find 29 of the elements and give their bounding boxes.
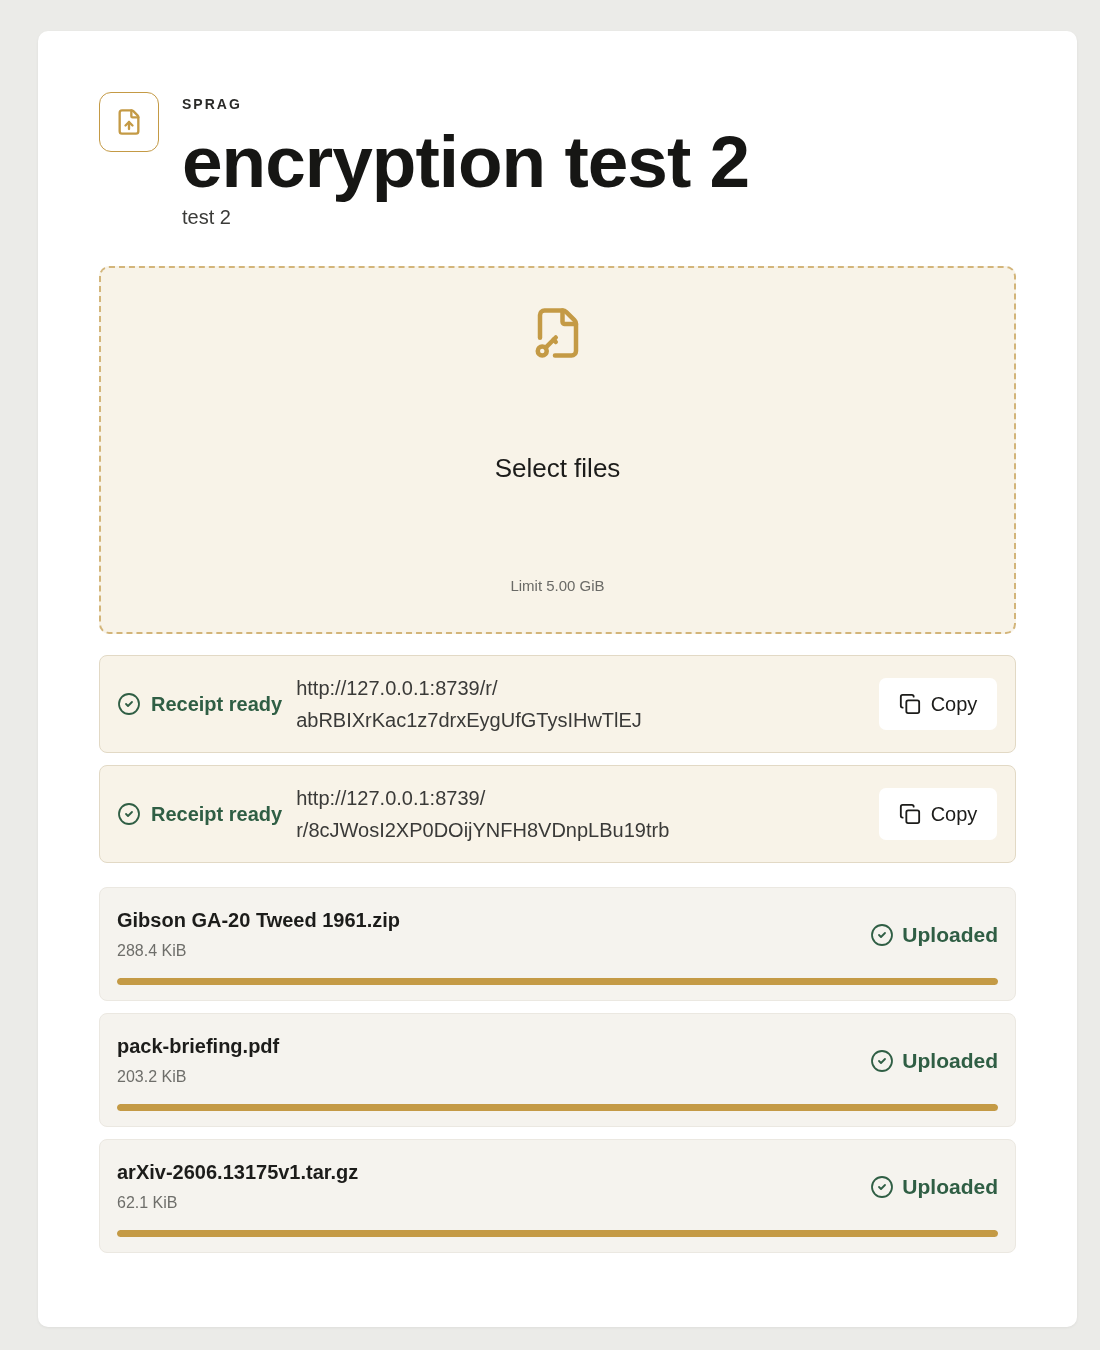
receipt-status: Receipt ready — [151, 692, 283, 716]
check-circle-icon — [870, 1174, 895, 1199]
file-upload-icon — [99, 92, 159, 152]
file-name: arXiv-2606.13175v1.tar.gz — [117, 1160, 359, 1185]
file-drop-zone[interactable]: Select files Limit 5.00 GiB — [99, 266, 1016, 634]
select-files-label: Select files — [494, 452, 621, 484]
check-circle-icon — [117, 802, 141, 826]
receipt-status: Receipt ready — [151, 802, 283, 826]
copy-icon — [898, 693, 921, 715]
receipt-url: http://127.0.0.1:8739/r/8cJWosI2XP0DOijYNFH8VDnpLBu19trb — [296, 786, 671, 843]
file-size: 288.4 KiB — [117, 941, 187, 961]
upload-status: Uploaded — [902, 1174, 998, 1199]
file-size: 203.2 KiB — [117, 1067, 187, 1087]
size-limit-text: Limit 5.00 GiB — [510, 576, 605, 596]
check-circle-icon — [870, 1048, 895, 1073]
brand-label: SPRAG — [182, 96, 242, 112]
page-subtitle: test 2 — [182, 205, 231, 229]
file-name: Gibson GA-20 Tweed 1961.zip — [117, 908, 401, 933]
upload-status: Uploaded — [902, 922, 998, 947]
copy-button[interactable]: Copy — [879, 678, 997, 730]
file-name: pack-briefing.pdf — [117, 1034, 280, 1059]
page-title: encryption test 2 — [182, 120, 750, 204]
receipt-url: http://127.0.0.1:8739/r/abRBIXrKac1z7drxEygUfGTysIHwTlEJ — [296, 676, 643, 733]
file-size: 62.1 KiB — [117, 1193, 178, 1213]
check-circle-icon — [870, 922, 895, 947]
upload-status: Uploaded — [902, 1048, 998, 1073]
copy-icon — [898, 803, 921, 825]
copy-button[interactable]: Copy — [879, 788, 997, 840]
check-circle-icon — [117, 692, 141, 716]
